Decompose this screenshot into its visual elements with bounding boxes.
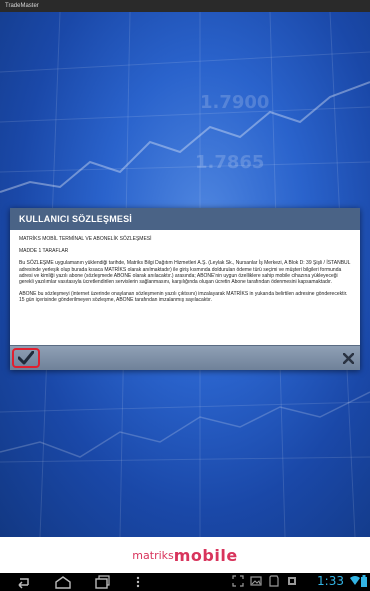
close-icon [342,352,354,364]
navigation-bar: 1:33 [0,573,370,591]
sd-card-icon [269,575,279,587]
home-icon[interactable] [54,575,72,589]
menu-icon[interactable] [136,575,140,589]
battery-icon [361,575,367,587]
expand-icon [232,575,244,587]
app-title: TradeMaster [5,3,39,9]
checkmark-icon [18,351,34,365]
agreement-text[interactable]: MATRİKS MOBİL TERMİNAL VE ABONELİK SÖZLE… [10,230,360,346]
background-number: 1.7900 [200,92,270,113]
close-button[interactable] [340,350,356,366]
clock: 1:33 [317,574,344,588]
background-number: 1.7865 [195,152,265,173]
recent-apps-icon[interactable] [94,575,110,589]
agreement-heading: MATRİKS MOBİL TERMİNAL VE ABONELİK SÖZLE… [19,236,152,242]
agreement-section: MADDE 1 TARAFLAR [19,248,69,255]
agreement-paragraph: Bu SÖZLEŞME uygulamanın yüklendiği tarih… [19,260,351,286]
accept-button[interactable] [12,348,40,368]
brand-logo: matriks mobile [0,537,370,573]
back-icon[interactable] [14,575,30,589]
wifi-icon [350,576,360,585]
brand-logo-part1: matriks [132,548,174,562]
user-agreement-dialog: KULLANICI SÖZLEŞMESİ MATRİKS MOBİL TERMİ… [10,208,360,370]
notification-icon [288,577,296,585]
dialog-title: KULLANICI SÖZLEŞMESİ [10,208,360,230]
brand-logo-part2: mobile [173,545,238,565]
gallery-icon [250,576,262,586]
app-title-bar: TradeMaster [0,0,370,12]
agreement-paragraph: ABONE bu sözleşmeyi (internet üzerinde o… [19,291,348,304]
dialog-footer [10,345,360,370]
